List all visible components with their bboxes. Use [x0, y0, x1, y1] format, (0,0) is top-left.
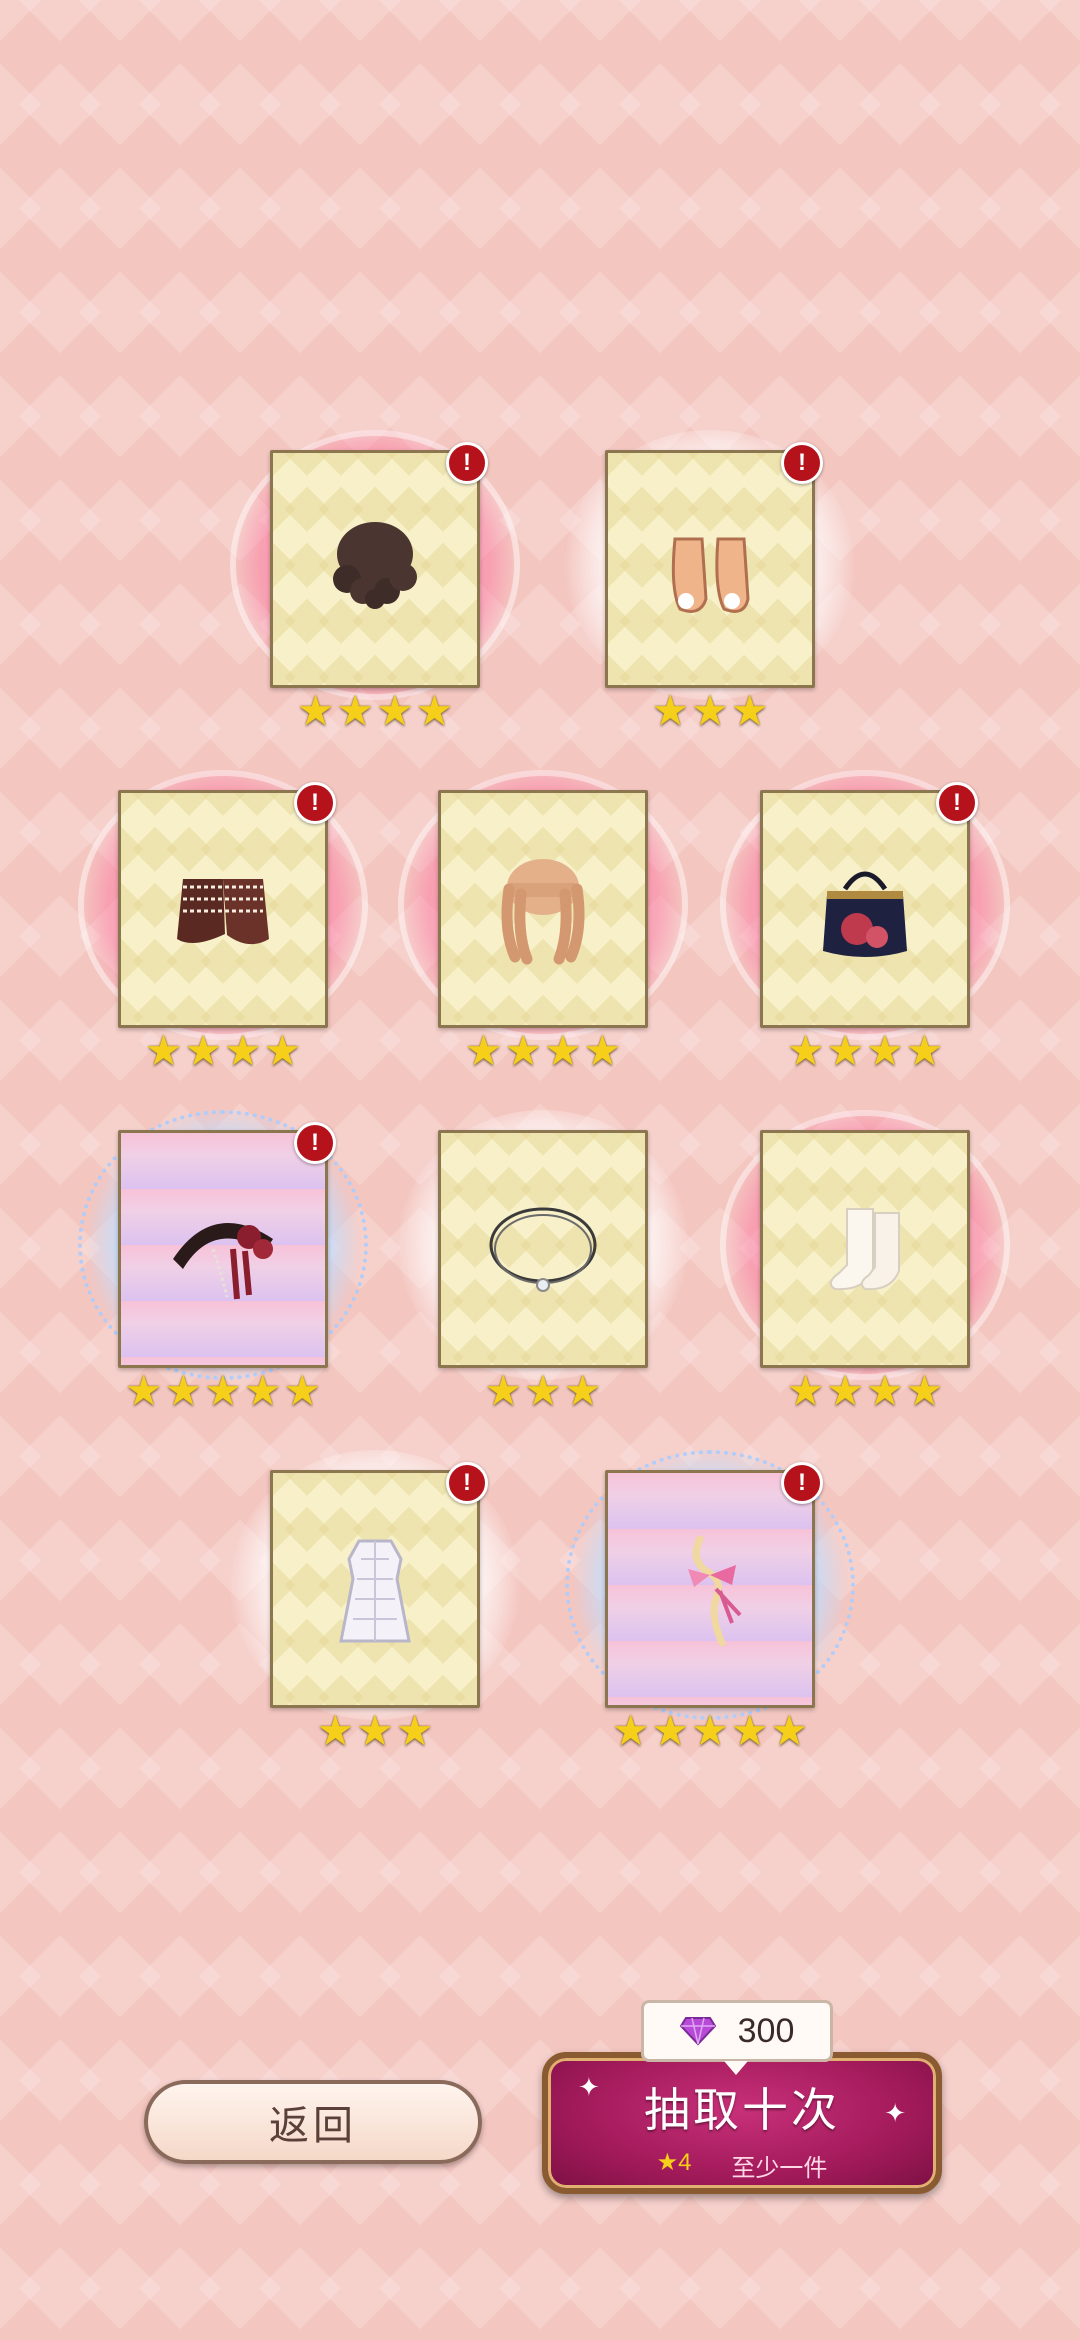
cost-value: 300 [737, 2011, 795, 2050]
star-icon: ★ [866, 1027, 904, 1074]
star-icon: ★ [415, 687, 454, 734]
hair-icon [333, 522, 417, 609]
reward-item[interactable]: ! ★ ★ ★ ★ [720, 770, 1010, 1090]
rarity-stars: ★ ★ ★ ★ [760, 1028, 970, 1074]
necklace-icon [489, 1207, 597, 1292]
star-icon: ★ [316, 1707, 355, 1754]
item-card[interactable] [760, 1130, 970, 1368]
rarity-stars: ★ ★ ★ ★ ★ [605, 1708, 815, 1754]
reward-item[interactable]: ! ★ ★ ★ ★ [230, 430, 520, 750]
star-icon: ★ [504, 1027, 542, 1074]
star-icon: ★ [786, 1027, 825, 1074]
sparkle-icon: ✦ [578, 2072, 600, 2102]
new-badge: ! [446, 1462, 488, 1504]
rarity-stars: ★ ★ ★ ★ [760, 1368, 970, 1414]
star-icon: ★ [376, 687, 414, 734]
star-icon: ★ [524, 1367, 562, 1414]
item-card[interactable] [270, 1470, 480, 1708]
star-icon: ★ [124, 1367, 163, 1414]
rarity-stars: ★ ★ ★ ★ [438, 1028, 648, 1074]
new-badge: ! [781, 1462, 823, 1504]
star-icon: ★ [296, 687, 335, 734]
star-icon: ★ [544, 1027, 582, 1074]
star-icon: ★ [224, 1027, 262, 1074]
item-card[interactable] [270, 450, 480, 688]
star-icon: ★ [611, 1707, 650, 1754]
star-icon: ★ [651, 1707, 690, 1754]
sparkle-icon: ✦ [884, 2098, 906, 2128]
handbag-icon [823, 871, 907, 957]
new-badge: ! [446, 442, 488, 484]
reward-item[interactable]: ★ ★ ★ [398, 1110, 688, 1430]
star-icon: ★ [563, 1367, 602, 1414]
star-icon: ★ [866, 1367, 904, 1414]
star-icon: ★ [464, 1027, 503, 1074]
reward-item[interactable]: ★ ★ ★ ★ [398, 770, 688, 1090]
item-card[interactable] [438, 790, 648, 1028]
item-card[interactable] [438, 1130, 648, 1368]
draw-ten-label: 抽取十次 [644, 2084, 840, 2136]
star-icon: ★ [770, 1707, 809, 1754]
star-icon: ★ [786, 1367, 825, 1414]
star-icon: ★ [826, 1367, 864, 1414]
shoes-icon [671, 537, 750, 613]
star-icon: ★ [243, 1367, 282, 1414]
star-icon: ★ [905, 1027, 944, 1074]
reward-item[interactable]: ! ★ ★ ★ ★ [78, 770, 368, 1090]
new-badge: ! [936, 782, 978, 824]
rarity-stars: ★ ★ ★ ★ [118, 1028, 328, 1074]
new-badge: ! [781, 442, 823, 484]
item-card[interactable] [605, 1470, 815, 1708]
star-icon: ★ [283, 1367, 322, 1414]
new-badge: ! [294, 782, 336, 824]
rarity-stars: ★ ★ ★ [438, 1368, 648, 1414]
rarity-stars: ★ ★ ★ [270, 1708, 480, 1754]
star-icon: ★ [691, 1707, 729, 1754]
item-card[interactable] [118, 790, 328, 1028]
guarantee-star-text: ★4 [656, 2149, 692, 2176]
star-icon: ★ [730, 1707, 769, 1754]
star-icon: ★ [204, 1367, 242, 1414]
rarity-stars: ★ ★ ★ [605, 688, 815, 734]
item-card[interactable] [760, 790, 970, 1028]
hair-icon [501, 859, 585, 965]
boots-icon [177, 879, 269, 945]
star-icon: ★ [691, 687, 729, 734]
star-icon: ★ [583, 1027, 622, 1074]
star-icon: ★ [356, 1707, 394, 1754]
reward-item[interactable]: ! ★ ★ ★ [230, 1450, 520, 1770]
star-icon: ★ [263, 1027, 302, 1074]
guarantee-info: ★4 至少一件 [548, 2148, 936, 2183]
reward-item[interactable]: ! ★ ★ ★ ★ ★ [565, 1450, 855, 1770]
item-card[interactable] [605, 450, 815, 688]
back-button-label: 返回 [269, 2104, 357, 2148]
star-icon: ★ [395, 1707, 434, 1754]
rarity-stars: ★ ★ ★ ★ [270, 688, 480, 734]
star-icon: ★ [905, 1367, 944, 1414]
reward-item[interactable]: ★ ★ ★ ★ [720, 1110, 1010, 1430]
wand-icon [688, 1535, 742, 1647]
back-button[interactable]: 返回 [144, 2080, 482, 2164]
item-card[interactable] [118, 1130, 328, 1368]
reward-item[interactable]: ! ★ ★ ★ ★ ★ [78, 1110, 368, 1430]
star-icon: ★ [826, 1027, 864, 1074]
star-icon: ★ [730, 687, 769, 734]
socks-icon [829, 1208, 900, 1291]
cost-tag: 300 [641, 2000, 833, 2075]
new-badge: ! [294, 1122, 336, 1164]
dress-icon [339, 1539, 411, 1643]
star-icon: ★ [336, 687, 374, 734]
diamond-icon [679, 2017, 716, 2046]
reward-grid: ! ★ ★ ★ ★ ! ★ ★ ★ ! ★ ★ ★ ★ ★ ★ ★ ★ ! ★ … [0, 0, 1080, 1800]
star-icon: ★ [164, 1367, 203, 1414]
star-icon: ★ [144, 1027, 183, 1074]
star-icon: ★ [484, 1367, 523, 1414]
headdress-icon [173, 1223, 273, 1300]
reward-item[interactable]: ! ★ ★ ★ [565, 430, 855, 750]
rarity-stars: ★ ★ ★ ★ ★ [118, 1368, 328, 1414]
guarantee-text: 至少一件 [731, 2155, 828, 2182]
star-icon: ★ [651, 687, 690, 734]
star-icon: ★ [184, 1027, 222, 1074]
